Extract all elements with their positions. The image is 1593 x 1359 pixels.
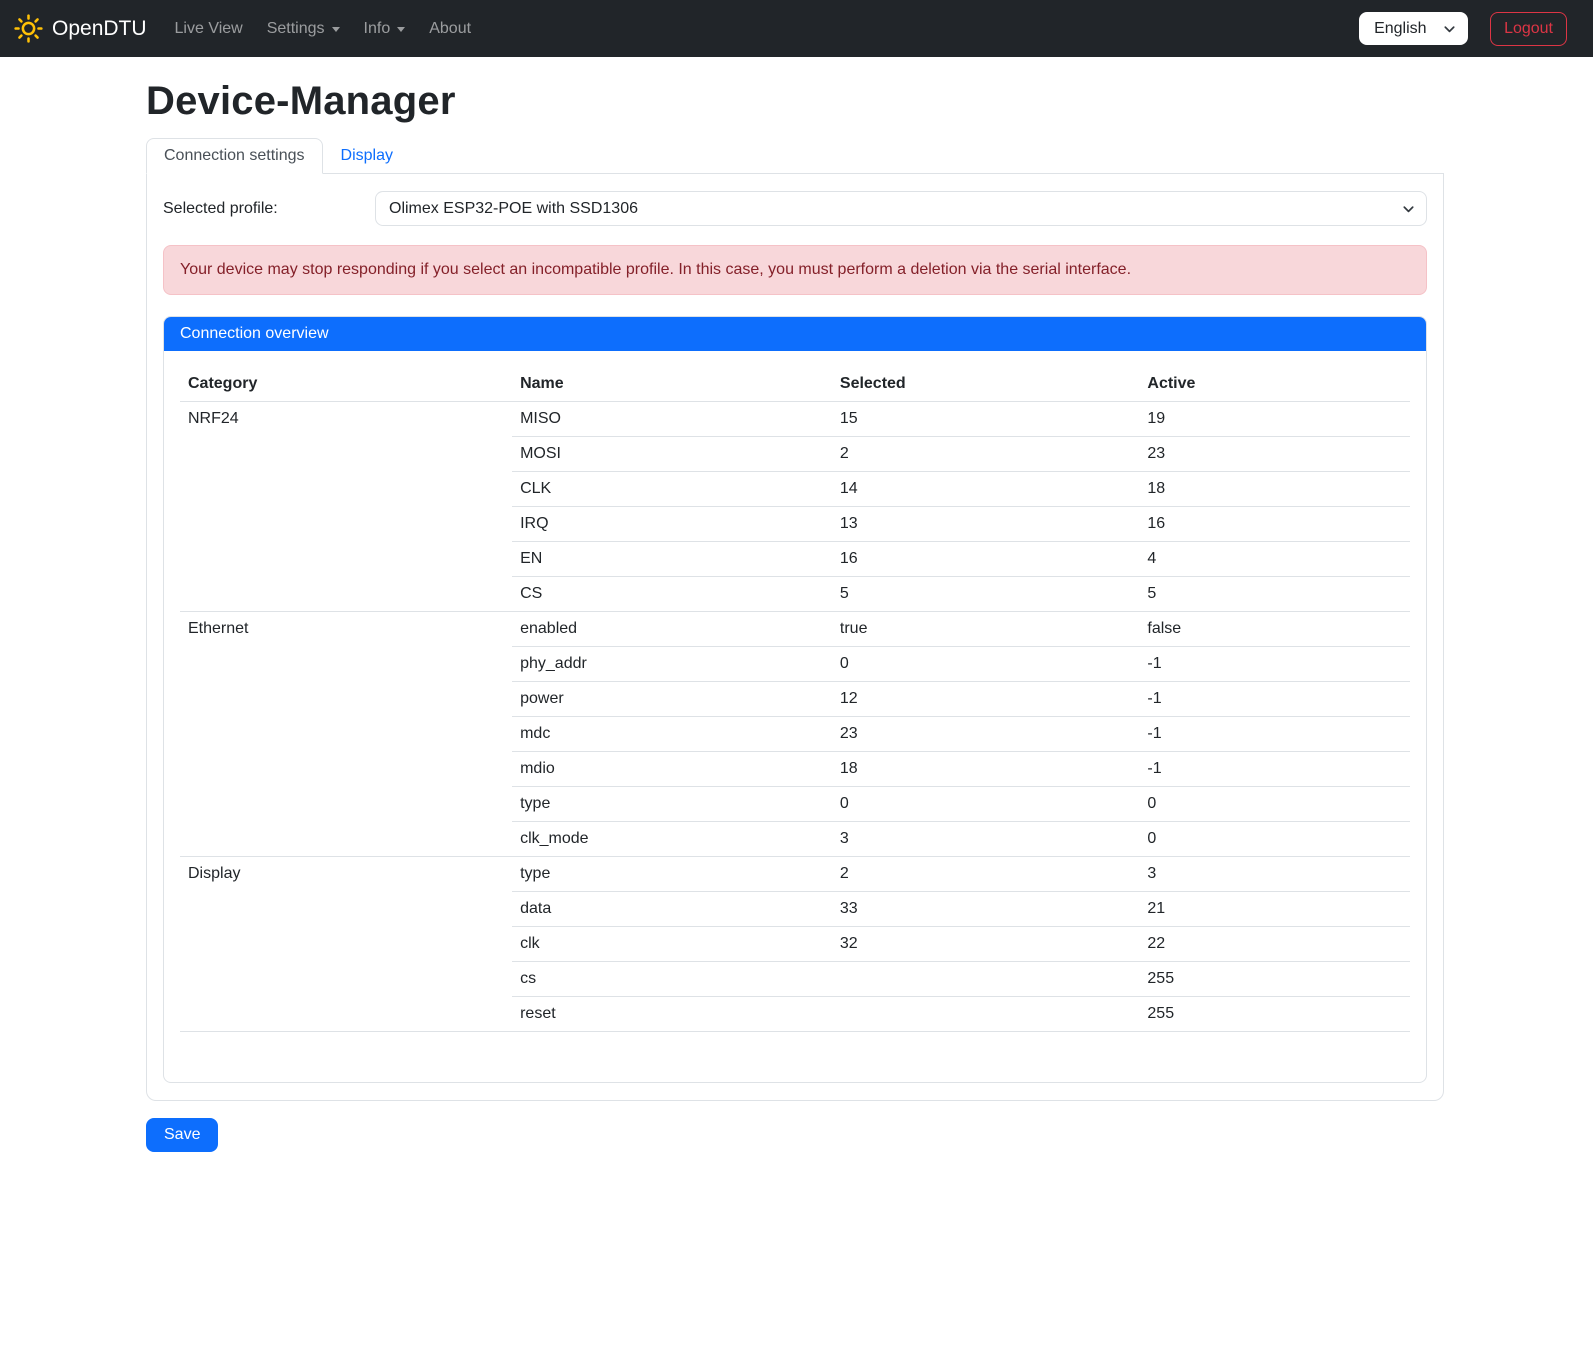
selected-cell: 13: [832, 507, 1140, 542]
navbar-right: English Logout: [1359, 12, 1579, 46]
profile-select-wrap: Olimex ESP32-POE with SSD1306: [375, 191, 1427, 226]
tab-bar: Connection settings Display: [146, 138, 1444, 174]
name-cell: enabled: [512, 612, 832, 647]
active-cell: false: [1139, 612, 1410, 647]
col-header-category: Category: [180, 367, 512, 402]
caret-down-icon: [332, 27, 340, 32]
selected-cell: 18: [832, 752, 1140, 787]
card-header: Connection overview: [164, 317, 1426, 351]
selected-cell: 2: [832, 437, 1140, 472]
save-button[interactable]: Save: [146, 1118, 218, 1152]
selected-cell: 14: [832, 472, 1140, 507]
active-cell: 23: [1139, 437, 1410, 472]
name-cell: CLK: [512, 472, 832, 507]
active-cell: 255: [1139, 997, 1410, 1032]
active-cell: 19: [1139, 402, 1410, 437]
active-cell: -1: [1139, 717, 1410, 752]
col-header-name: Name: [512, 367, 832, 402]
table-row: Ethernetenabledtruefalse: [180, 612, 1410, 647]
brand-label: OpenDTU: [52, 17, 147, 41]
name-cell: EN: [512, 542, 832, 577]
active-cell: 18: [1139, 472, 1410, 507]
selected-cell: 32: [832, 927, 1140, 962]
name-cell: mdio: [512, 752, 832, 787]
name-cell: type: [512, 787, 832, 822]
col-header-selected: Selected: [832, 367, 1140, 402]
selected-cell: 15: [832, 402, 1140, 437]
tab-connection-settings[interactable]: Connection settings: [146, 138, 323, 174]
name-cell: MOSI: [512, 437, 832, 472]
name-cell: CS: [512, 577, 832, 612]
selected-cell: 5: [832, 577, 1140, 612]
active-cell: 0: [1139, 822, 1410, 857]
name-cell: phy_addr: [512, 647, 832, 682]
active-cell: 4: [1139, 542, 1410, 577]
active-cell: -1: [1139, 752, 1410, 787]
active-cell: 22: [1139, 927, 1410, 962]
table-head: Category Name Selected Active: [180, 367, 1410, 402]
sun-icon: [14, 14, 43, 43]
nav-item-live-view[interactable]: Live View: [163, 12, 255, 46]
selected-cell: [832, 997, 1140, 1032]
incompatible-profile-alert: Your device may stop responding if you s…: [163, 245, 1427, 295]
nav-item-settings[interactable]: Settings: [255, 12, 352, 46]
name-cell: clk: [512, 927, 832, 962]
name-cell: clk_mode: [512, 822, 832, 857]
caret-down-icon: [397, 27, 405, 32]
name-cell: reset: [512, 997, 832, 1032]
nav-item-info[interactable]: Info: [352, 12, 418, 46]
active-cell: 5: [1139, 577, 1410, 612]
category-cell: Ethernet: [180, 612, 512, 857]
active-cell: 21: [1139, 892, 1410, 927]
selected-cell: 0: [832, 787, 1140, 822]
top-navbar: OpenDTU Live View Settings Info About En…: [0, 0, 1593, 57]
page-container: Device-Manager Connection settings Displ…: [146, 79, 1444, 1152]
nav-item-about[interactable]: About: [417, 12, 483, 46]
profile-row: Selected profile: Olimex ESP32-POE with …: [163, 191, 1427, 226]
name-cell: power: [512, 682, 832, 717]
selected-cell: 33: [832, 892, 1140, 927]
logout-button[interactable]: Logout: [1490, 12, 1567, 46]
selected-cell: true: [832, 612, 1140, 647]
selected-cell: [832, 962, 1140, 997]
selected-cell: 23: [832, 717, 1140, 752]
active-cell: 16: [1139, 507, 1410, 542]
page-title: Device-Manager: [146, 79, 1444, 124]
card-body: Category Name Selected Active NRF24MISO1…: [164, 351, 1426, 1082]
active-cell: 255: [1139, 962, 1410, 997]
connection-overview-card: Connection overview Category Name Select…: [163, 316, 1427, 1083]
table-row: NRF24MISO1519: [180, 402, 1410, 437]
tab-display[interactable]: Display: [323, 138, 411, 174]
name-cell: data: [512, 892, 832, 927]
active-cell: 0: [1139, 787, 1410, 822]
category-cell: Display: [180, 857, 512, 1032]
brand-link[interactable]: OpenDTU: [14, 14, 147, 43]
connection-overview-table: Category Name Selected Active NRF24MISO1…: [180, 367, 1410, 1032]
col-header-active: Active: [1139, 367, 1410, 402]
selected-cell: 2: [832, 857, 1140, 892]
active-cell: -1: [1139, 682, 1410, 717]
language-select[interactable]: English: [1359, 12, 1468, 45]
active-cell: 3: [1139, 857, 1410, 892]
selected-cell: 16: [832, 542, 1140, 577]
selected-cell: 12: [832, 682, 1140, 717]
tab-content: Selected profile: Olimex ESP32-POE with …: [146, 174, 1444, 1101]
selected-cell: 3: [832, 822, 1140, 857]
name-cell: cs: [512, 962, 832, 997]
name-cell: MISO: [512, 402, 832, 437]
selected-cell: 0: [832, 647, 1140, 682]
language-select-wrap: English: [1359, 12, 1468, 45]
nav-links: Live View Settings Info About: [163, 12, 484, 46]
active-cell: -1: [1139, 647, 1410, 682]
name-cell: type: [512, 857, 832, 892]
name-cell: IRQ: [512, 507, 832, 542]
connection-table-body: NRF24MISO1519MOSI223CLK1418IRQ1316EN164C…: [180, 402, 1410, 1032]
profile-label: Selected profile:: [163, 200, 375, 218]
name-cell: mdc: [512, 717, 832, 752]
category-cell: NRF24: [180, 402, 512, 612]
table-row: Displaytype23: [180, 857, 1410, 892]
profile-select[interactable]: Olimex ESP32-POE with SSD1306: [375, 191, 1427, 226]
